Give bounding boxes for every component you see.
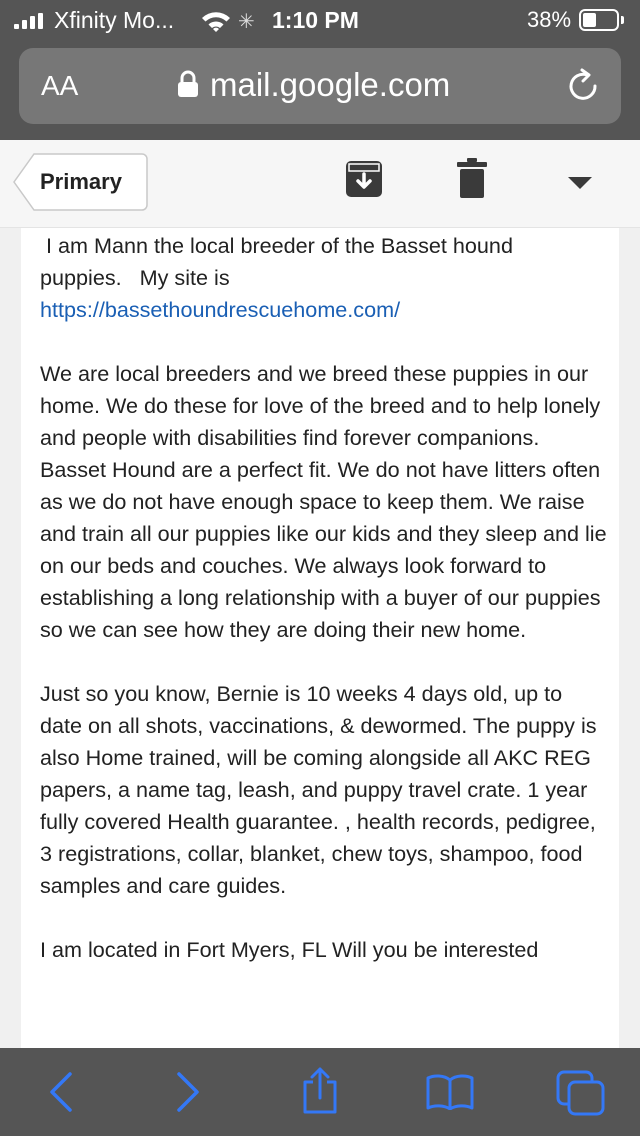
tabs-icon[interactable] xyxy=(556,1070,606,1116)
url-text[interactable]: mail.google.com xyxy=(210,66,450,104)
bookmarks-icon[interactable] xyxy=(426,1074,474,1110)
archive-icon[interactable] xyxy=(345,160,383,198)
gmail-toolbar: Primary xyxy=(0,140,640,228)
lock-icon xyxy=(178,70,198,97)
browser-bottom-toolbar xyxy=(0,1048,640,1136)
text-size-button[interactable]: AA xyxy=(41,70,78,102)
back-arrow-icon[interactable] xyxy=(46,1072,74,1112)
share-icon[interactable] xyxy=(300,1066,340,1116)
intro-paragraph: I am Mann the local breeder of the Basse… xyxy=(40,230,610,326)
browser-chrome-top: Xfinity Mo... ✳ 1:10 PM 38% AA mail.goog… xyxy=(0,0,640,140)
status-bar: Xfinity Mo... ✳ 1:10 PM 38% xyxy=(0,0,640,40)
battery-tip xyxy=(621,16,624,24)
activity-spinner-icon: ✳ xyxy=(238,11,255,33)
breeder-site-link[interactable]: https://bassethoundrescuehome.com/ xyxy=(40,297,400,322)
forward-arrow-icon[interactable] xyxy=(175,1072,203,1112)
intro-line-2: puppies. My site is xyxy=(40,265,230,290)
more-icon[interactable] xyxy=(567,176,593,190)
trash-icon[interactable] xyxy=(457,158,487,198)
address-bar[interactable]: AA mail.google.com xyxy=(19,48,621,124)
carrier-name: Xfinity Mo... xyxy=(54,7,175,33)
signal-icon xyxy=(14,13,44,29)
paragraph-puppy-details: Just so you know, Bernie is 10 weeks 4 d… xyxy=(40,681,597,898)
wifi-icon xyxy=(202,12,230,32)
intro-line-1: I am Mann the local breeder of the Basse… xyxy=(46,233,513,258)
battery-icon xyxy=(579,9,619,31)
back-button-label: Primary xyxy=(40,169,122,194)
status-time: 1:10 PM xyxy=(272,7,359,33)
reload-icon[interactable] xyxy=(567,68,601,104)
paragraph-about-breeders: We are local breeders and we breed these… xyxy=(40,361,607,642)
email-card: I am Mann the local breeder of the Basse… xyxy=(21,228,619,1048)
battery-percent: 38% xyxy=(527,7,572,32)
email-viewport[interactable]: I am Mann the local breeder of the Basse… xyxy=(0,228,640,1048)
email-body: I am Mann the local breeder of the Basse… xyxy=(40,230,610,998)
paragraph-location: I am located in Fort Myers, FL Will you … xyxy=(40,937,539,962)
